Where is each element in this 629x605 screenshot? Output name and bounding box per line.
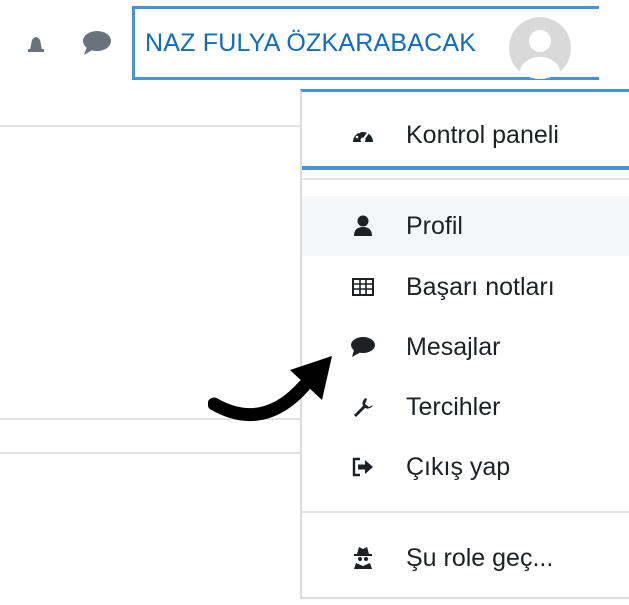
menu-item-profile[interactable]: Profil: [302, 196, 629, 256]
menu-item-label: Çıkış yap: [406, 452, 511, 481]
menu-item-label: Tercihler: [406, 392, 501, 421]
notification-bell-icon[interactable]: [22, 28, 50, 56]
message-icon: [350, 334, 376, 360]
menu-item-logout[interactable]: Çıkış yap: [302, 437, 629, 497]
menu-item-dashboard[interactable]: Kontrol paneli: [302, 104, 629, 170]
menu-item-label: Profil: [406, 211, 463, 240]
user-dropdown-menu: Kontrol paneli Profil Başarı notları Mes…: [300, 89, 629, 599]
menu-item-label: Şu role geç...: [406, 543, 554, 572]
menu-item-label: Başarı notları: [406, 272, 555, 301]
annotation-arrow-icon: [208, 356, 332, 422]
menu-item-label: Mesajlar: [406, 332, 501, 361]
user-name[interactable]: NAZ FULYA ÖZKARABACAK: [135, 29, 476, 58]
default-avatar-icon: [520, 30, 560, 79]
menu-item-preferences[interactable]: Tercihler: [302, 377, 629, 437]
grades-table-icon: [350, 274, 376, 300]
menu-divider: [302, 511, 629, 513]
wrench-icon: [350, 394, 376, 420]
menu-divider: [302, 178, 629, 180]
dashboard-icon: [350, 122, 376, 148]
user-icon: [350, 213, 376, 239]
menu-item-label: Kontrol paneli: [406, 120, 559, 149]
menu-item-switch-role[interactable]: Şu role geç...: [302, 528, 629, 588]
content-divider: [0, 452, 300, 454]
user-secret-icon: [350, 545, 376, 571]
sign-out-icon: [350, 454, 376, 480]
menu-item-grades[interactable]: Başarı notları: [302, 257, 629, 317]
menu-item-messages[interactable]: Mesajlar: [302, 317, 629, 377]
messages-toggle-icon[interactable]: [80, 28, 114, 58]
user-menu-toggle[interactable]: NAZ FULYA ÖZKARABACAK: [132, 6, 599, 80]
avatar[interactable]: [509, 17, 571, 79]
content-divider: [0, 125, 300, 127]
